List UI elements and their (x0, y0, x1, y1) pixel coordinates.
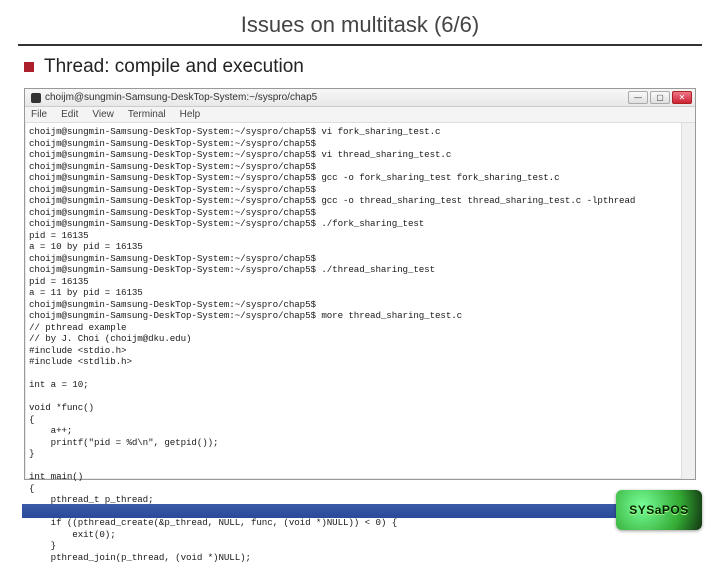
slide-title: Issues on multitask (6/6) (18, 8, 702, 44)
menu-help[interactable]: Help (180, 109, 201, 120)
menu-terminal[interactable]: Terminal (128, 109, 166, 120)
menu-file[interactable]: File (31, 109, 47, 120)
menu-view[interactable]: View (92, 109, 114, 120)
brand-logo-text: SYSaPOS (629, 503, 689, 517)
window-menubar: File Edit View Terminal Help (25, 107, 695, 123)
minimize-button[interactable]: — (628, 91, 648, 104)
bullet-item: Thread: compile and execution (24, 56, 702, 78)
menu-edit[interactable]: Edit (61, 109, 78, 120)
window-title: choijm@sungmin-Samsung-DeskTop-System:~/… (45, 92, 317, 103)
app-icon (31, 93, 41, 103)
maximize-button[interactable]: ▢ (650, 91, 670, 104)
terminal-output[interactable]: choijm@sungmin-Samsung-DeskTop-System:~/… (25, 123, 695, 566)
window-titlebar: choijm@sungmin-Samsung-DeskTop-System:~/… (25, 89, 695, 107)
window-controls: — ▢ ✕ (628, 91, 692, 104)
footer-bar (22, 504, 698, 518)
brand-logo: SYSaPOS (616, 490, 702, 530)
terminal-window: choijm@sungmin-Samsung-DeskTop-System:~/… (24, 88, 696, 480)
bullet-square-icon (24, 62, 34, 72)
scrollbar[interactable] (681, 123, 695, 479)
close-button[interactable]: ✕ (672, 91, 692, 104)
title-underline (18, 44, 702, 46)
bullet-text: Thread: compile and execution (44, 56, 304, 78)
